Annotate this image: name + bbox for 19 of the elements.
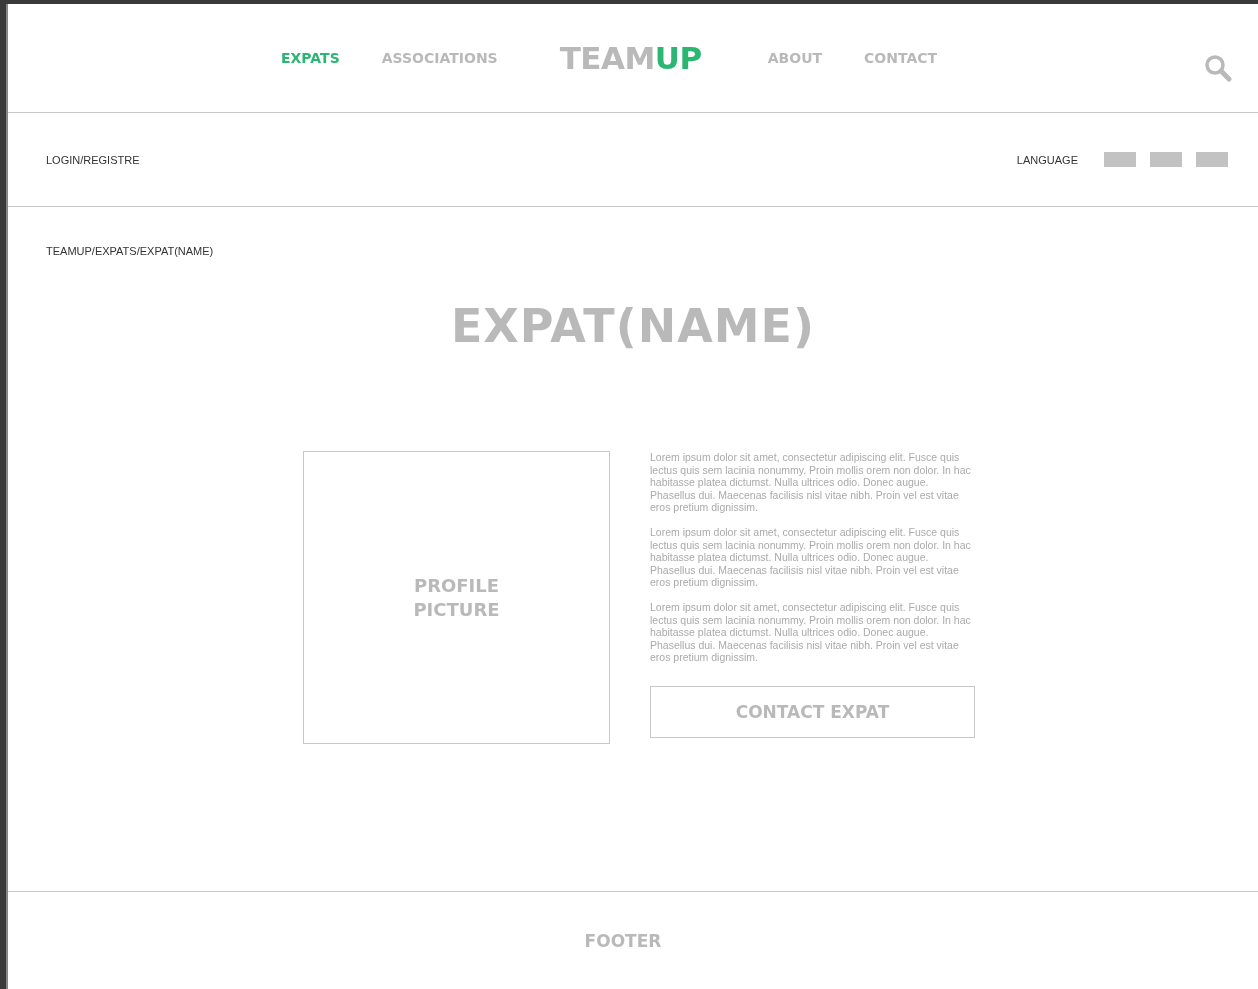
login-link[interactable]: LOGIN/REGISTRE (46, 153, 140, 166)
page-title: EXPAT(NAME) (449, 299, 817, 353)
body-paragraph: Lorem ipsum dolor sit amet, consectetur adipiscing elit. Fusce quis lectus quis sem lacinia nonummy. Proin mollis orem non dolor. In hac habitasse platea dictumst. Nulla ultrices odio. Donec augue. Phasellus dui. Maecenas facilisis nisl vitae nibh. Proin vel est vitae eros pretium dignissim. (650, 451, 972, 514)
footer: FOOTER (8, 892, 1258, 989)
nav-link[interactable]: ABOUT (767, 50, 823, 66)
breadcrumb: TEAMUP/EXPATS/EXPAT(NAME) (46, 245, 214, 257)
flag-placeholder[interactable] (1150, 152, 1182, 167)
body-paragraph: Lorem ipsum dolor sit amet, consectetur adipiscing elit. Fusce quis lectus quis sem lacinia nonummy. Proin mollis orem non dolor. In hac habitasse platea dictumst. Nulla ultrices odio. Donec augue. Phasellus dui. Maecenas facilisis nisl vitae nibh. Proin vel est vitae eros pretium dignissim. (650, 525, 972, 589)
nav-link[interactable]: CONTACT (864, 50, 938, 66)
search-icon[interactable] (1204, 54, 1232, 82)
flag-placeholder[interactable] (1104, 152, 1136, 167)
body-paragraph: Lorem ipsum dolor sit amet, consectetur adipiscing elit. Fusce quis lectus quis sem lacinia nonummy. Proin mollis orem non dolor. In hac habitasse platea dictumst. Nulla ultrices odio. Donec augue. Phasellus dui. Maecenas facilisis nisl vitae nibh. Proin vel est vitae eros pretium dignissim. (650, 600, 972, 664)
logo[interactable]: TEAMUP (559, 40, 702, 76)
contact-button[interactable]: CONTACT EXPAT (650, 685, 975, 738)
nav-link[interactable]: ASSOCIATIONS (381, 50, 498, 66)
flag-placeholder[interactable] (1196, 152, 1228, 167)
nav-link[interactable]: EXPATS (281, 50, 340, 66)
language-label: LANGUAGE (1016, 153, 1078, 166)
placeholder-label: PROFILE PICTURE (413, 573, 500, 622)
